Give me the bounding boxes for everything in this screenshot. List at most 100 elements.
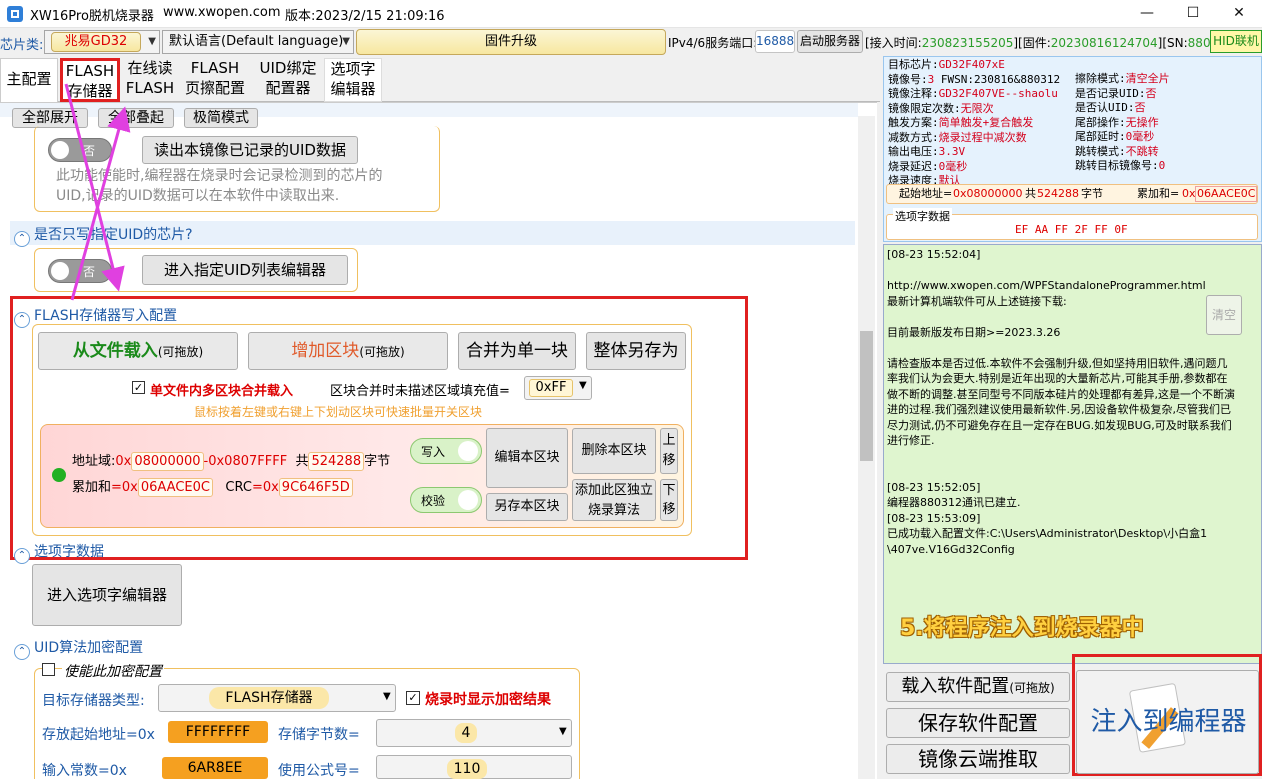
tab-online-read[interactable]: 在线读 FLASH: [122, 58, 178, 102]
log-line: \407ve.V16Gd32Config: [887, 542, 1015, 556]
panel-scrollbar[interactable]: [858, 116, 875, 779]
inject-programmer-button[interactable]: 注入到编程器: [1076, 670, 1259, 774]
chip-label: 芯片类:: [0, 38, 44, 53]
uid-only-toggle[interactable]: 否: [48, 259, 112, 283]
block-address: 地址域:0x 08000000 -0x0807FFFF 共 524288 字节: [72, 452, 391, 471]
start-addr-input[interactable]: FFFFFFFF: [168, 721, 268, 743]
start-addr-label: 存放起始地址=0x: [42, 727, 155, 743]
uid-algo-section-header[interactable]: ⌃ UID算法加密配置: [14, 637, 143, 660]
save-whole-button[interactable]: 整体另存为: [586, 332, 686, 370]
target-type-value: FLASH存储器: [209, 687, 329, 709]
step-annotation: 5.将程序注入到烧录器中: [900, 616, 1144, 641]
log-line: 编程器880312通讯已建立.: [887, 496, 1021, 509]
option-bytes-box: 选项字数据 EF AA FF 2F FF 0F: [886, 208, 1258, 240]
log-line: 率我们认为会更大.特别是近年出现的大量新芯片,可能其手册,参数都在: [887, 372, 1228, 385]
info-col-left: 目标芯片:GD32F407xE 镜像号:3 FWSN:230816&880312…: [888, 58, 1061, 187]
read-uid-button[interactable]: 读出本镜像已记录的UID数据: [142, 136, 358, 164]
log-line: [08-23 15:52:05]: [887, 480, 981, 494]
log-line: [08-23 15:52:04]: [887, 248, 981, 261]
fill-value: 0xFF: [529, 379, 573, 397]
input-const-label: 输入常数=0x: [42, 763, 127, 779]
formula-label: 使用公式号=: [278, 763, 360, 779]
scrollbar-thumb[interactable]: [860, 331, 873, 461]
maximize-button[interactable]: ☐: [1170, 0, 1216, 28]
move-up-button[interactable]: 上移: [660, 428, 678, 474]
block-checksum: 累加和=0x 06AACE0C CRC=0x 9C646F5D: [72, 476, 353, 497]
uid-only-section-header[interactable]: ⌃ 是否只写指定UID的芯片?: [14, 224, 193, 247]
show-result-label: 烧录时显示加密结果: [425, 692, 551, 708]
store-bytes-value: 4: [455, 723, 477, 743]
merge-multi-checkbox[interactable]: ✓: [132, 381, 145, 394]
move-down-button[interactable]: 下移: [660, 479, 678, 521]
port-label: IPv4/6服务端口:: [668, 36, 758, 50]
window-version: 版本:2023/2/15 21:09:16: [285, 9, 445, 24]
log-line: 尽力测试,仍不可避免存在且一定存在BUG.如发现BUG,可及时联系我们: [887, 418, 1232, 432]
enable-encrypt-label: 使能此加密配置: [62, 661, 164, 681]
tab-option-editor[interactable]: 选项字 编辑器: [324, 58, 382, 102]
log-line: [08-23 15:53:09]: [887, 511, 981, 525]
target-type-select[interactable]: FLASH存储器 ▼: [158, 684, 396, 712]
chip-select[interactable]: 兆易GD32 ▼: [44, 30, 160, 54]
save-config-button[interactable]: 保存软件配置: [886, 708, 1070, 738]
simple-mode-button[interactable]: 极简模式: [184, 108, 258, 128]
store-bytes-select[interactable]: 4 ▼: [376, 719, 572, 747]
target-type-label: 目标存储器类型:: [42, 693, 145, 709]
chevron-up-icon: ⌃: [14, 548, 30, 564]
log-line: 已成功载入配置文件:C:\Users\Administrator\Desktop…: [887, 527, 1208, 540]
clear-log-button[interactable]: 清空: [1206, 295, 1242, 335]
log-line: 最新计算机端软件可从上述链接下载:: [887, 294, 1067, 308]
expand-all-button[interactable]: 全部展开: [12, 108, 88, 128]
delete-block-button[interactable]: 删除本区块: [572, 428, 656, 474]
close-button[interactable]: ✕: [1216, 0, 1262, 28]
write-toggle[interactable]: 写入: [410, 438, 482, 464]
option-section-header[interactable]: ⌃ 选项字数据: [14, 541, 104, 564]
block-status-dot: [52, 468, 66, 482]
chevron-up-icon: ⌃: [14, 312, 30, 328]
chevron-down-icon: ▼: [559, 726, 567, 737]
option-editor-button[interactable]: 进入选项字编辑器: [32, 564, 182, 626]
load-config-button[interactable]: 载入软件配置(可拖放): [886, 672, 1070, 702]
chevron-down-icon: ▼: [383, 691, 391, 702]
cloud-push-button[interactable]: 镜像云端推取: [886, 744, 1070, 774]
save-block-button[interactable]: 另存本区块: [486, 493, 568, 521]
tab-uid-binding[interactable]: UID绑定 配置器: [252, 58, 324, 102]
show-result-checkbox[interactable]: ✓: [406, 691, 420, 705]
chip-select-value: 兆易GD32: [51, 32, 141, 52]
port-input[interactable]: 16888: [755, 30, 795, 53]
fill-value-select[interactable]: 0xFF ▼: [524, 376, 592, 400]
add-block-button[interactable]: 增加区块(可拖放): [248, 332, 448, 370]
start-server-button[interactable]: 启动服务器: [797, 30, 863, 53]
chevron-up-icon: ⌃: [14, 644, 30, 660]
edit-block-button[interactable]: 编辑本区块: [486, 428, 568, 488]
language-select-value: 默认语言(Default language): [169, 34, 344, 49]
load-file-button[interactable]: 从文件载入(可拖放): [38, 332, 238, 370]
tab-main-config[interactable]: 主配置: [0, 58, 58, 102]
firmware-upgrade-button[interactable]: 固件升级: [356, 29, 666, 55]
minimize-button[interactable]: —: [1124, 0, 1170, 28]
merge-single-button[interactable]: 合并为单一块: [458, 332, 576, 370]
collapse-all-button[interactable]: 全部叠起: [98, 108, 174, 128]
image-address-summary: 起始地址= 0x08000000 共 524288 字节 累加和= 0x 06AACE0C: [886, 184, 1258, 204]
chevron-down-icon: ▼: [148, 36, 156, 47]
language-select[interactable]: 默认语言(Default language) ▼: [162, 30, 354, 54]
title-bar: XW16Pro脱机烧录器 www.xwopen.com 版本:2023/2/15…: [0, 0, 1262, 28]
add-algorithm-button[interactable]: 添加此区独立烧录算法: [572, 479, 656, 521]
input-const-input[interactable]: 6AR8EE: [162, 757, 268, 779]
uid-list-editor-button[interactable]: 进入指定UID列表编辑器: [142, 255, 348, 285]
tab-flash-memory[interactable]: FLASH 存储器: [60, 58, 120, 102]
log-line: 进的过程.我们强烈建议使用最新软件.另,因设备软件极复杂,尽管我们已: [887, 403, 1231, 416]
uid-record-toggle[interactable]: 否: [48, 138, 112, 162]
verify-toggle[interactable]: 校验: [410, 487, 482, 513]
option-bytes-title: 选项字数据: [893, 208, 952, 224]
log-line: 做不断的调整.甚至同型号不同版本硅片的处理都有差异,这是一个不断演: [887, 387, 1235, 401]
log-line: http://www.xwopen.com/WPFStandaloneProgr…: [887, 279, 1206, 292]
formula-select[interactable]: 110: [376, 755, 572, 779]
option-bytes-value: EF AA FF 2F FF 0F: [1015, 223, 1128, 236]
enable-encrypt-checkbox[interactable]: [42, 663, 55, 676]
fill-value-label: 区块合并时未描述区域填充值=: [330, 384, 510, 399]
tab-page-erase[interactable]: FLASH 页擦配置: [180, 58, 250, 102]
